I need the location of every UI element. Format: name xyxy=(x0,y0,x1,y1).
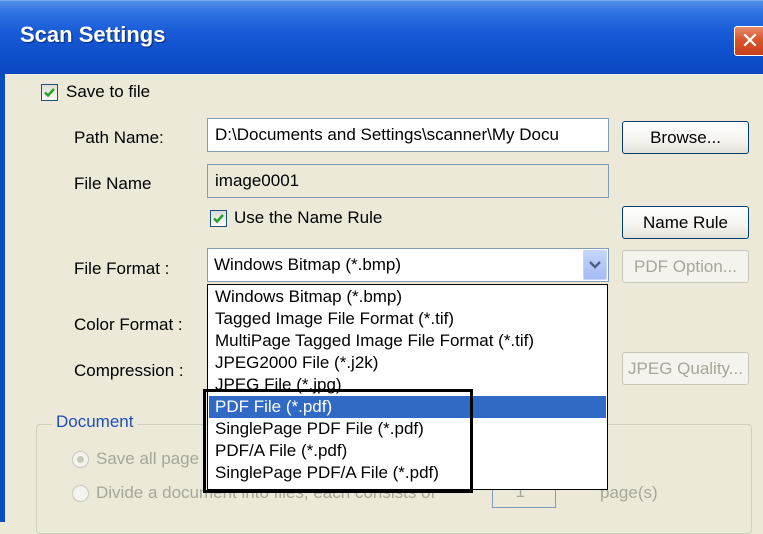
pages-suffix-label: page(s) xyxy=(600,483,658,502)
color-format-label: Color Format : xyxy=(74,315,183,334)
window-frame-left xyxy=(0,74,5,522)
dropdown-option-bmp[interactable]: Windows Bitmap (*.bmp) xyxy=(209,286,606,308)
name-rule-button[interactable]: Name Rule xyxy=(622,206,749,239)
close-button[interactable]: ✕ xyxy=(734,26,763,56)
browse-button[interactable]: Browse... xyxy=(622,121,749,154)
file-format-selected: Windows Bitmap (*.bmp) xyxy=(214,255,402,274)
compression-label: Compression : xyxy=(74,361,184,380)
save-to-file-label: Save to file xyxy=(66,82,151,101)
chevron-down-icon xyxy=(589,261,601,269)
document-group-title: Document xyxy=(52,412,138,432)
save-to-file-checkbox[interactable] xyxy=(41,84,58,101)
checkmark-icon xyxy=(44,88,55,98)
checkmark-icon xyxy=(213,214,224,224)
dropdown-option-j2k[interactable]: JPEG2000 File (*.j2k) xyxy=(209,352,606,374)
pdf-option-button[interactable]: PDF Option... xyxy=(622,250,749,283)
close-icon: ✕ xyxy=(740,28,760,53)
file-format-combo[interactable]: Windows Bitmap (*.bmp) xyxy=(207,248,609,282)
pdf-options-highlight-box xyxy=(203,389,473,493)
use-name-rule-label: Use the Name Rule xyxy=(234,208,383,227)
divide-document-radio[interactable] xyxy=(72,485,89,502)
dropdown-option-multipage-tif[interactable]: MultiPage Tagged Image File Format (*.ti… xyxy=(209,330,606,352)
dropdown-arrow-button[interactable] xyxy=(583,250,607,280)
file-name-label: File Name xyxy=(74,174,152,193)
file-name-field[interactable]: image0001 xyxy=(207,164,609,198)
jpeg-quality-button[interactable]: JPEG Quality... xyxy=(622,352,749,385)
file-format-label: File Format : xyxy=(74,259,170,278)
window-title: Scan Settings xyxy=(20,22,166,47)
save-all-pages-label: Save all page xyxy=(96,449,200,468)
save-all-pages-radio[interactable] xyxy=(72,451,89,468)
path-name-label: Path Name: xyxy=(74,128,164,147)
dropdown-option-tif[interactable]: Tagged Image File Format (*.tif) xyxy=(209,308,606,330)
use-name-rule-checkbox[interactable] xyxy=(210,210,227,227)
path-name-field[interactable]: D:\Documents and Settings\scanner\My Doc… xyxy=(207,118,609,152)
